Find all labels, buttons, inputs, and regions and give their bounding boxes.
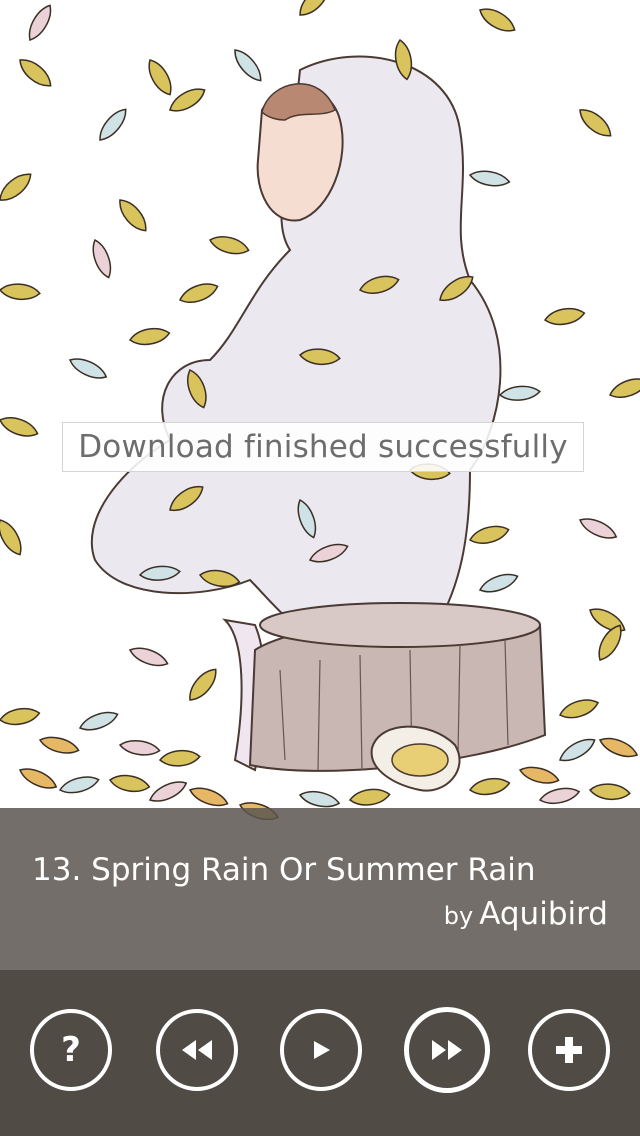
play-icon <box>314 1041 330 1059</box>
rewind-icon <box>182 1040 212 1060</box>
artist-name: Aquibird <box>479 896 608 932</box>
album-art-illustration <box>0 0 640 820</box>
add-button[interactable] <box>528 1009 610 1091</box>
previous-button[interactable] <box>156 1009 238 1091</box>
plus-icon <box>556 1037 582 1063</box>
next-button[interactable] <box>404 1007 490 1093</box>
fast-forward-icon <box>432 1040 462 1060</box>
play-button[interactable] <box>280 1009 362 1091</box>
track-info-panel: 13. Spring Rain Or Summer Rain by Aquibir… <box>0 808 640 970</box>
player-controls: ? <box>0 970 640 1136</box>
track-title: 13. Spring Rain Or Summer Rain <box>32 852 536 888</box>
album-artwork <box>0 0 640 820</box>
download-toast: Download finished successfully <box>62 422 584 472</box>
by-label: by <box>443 902 474 930</box>
help-button[interactable]: ? <box>30 1009 112 1091</box>
question-icon: ? <box>61 1030 81 1070</box>
toast-message: Download finished successfully <box>78 429 568 465</box>
track-byline: by Aquibird <box>444 896 608 932</box>
